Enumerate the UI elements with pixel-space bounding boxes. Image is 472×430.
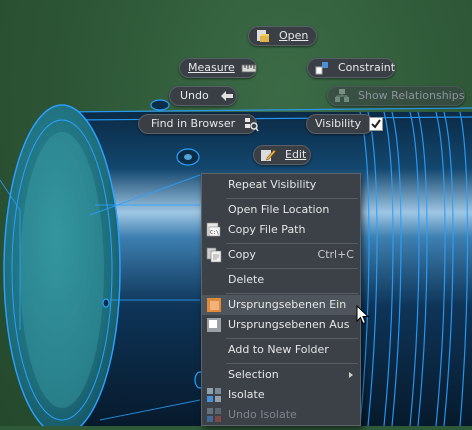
menu-item-repeat-visibility[interactable]: Repeat Visibility bbox=[202, 175, 360, 195]
context-menu: Repeat Visibility Open File Location C:\… bbox=[201, 173, 361, 426]
menu-item-label: Isolate bbox=[228, 388, 265, 401]
ruler-icon bbox=[241, 60, 257, 76]
checkbox-checked-icon bbox=[368, 116, 384, 132]
menu-item-label: Ursprungsebenen Aus bbox=[228, 318, 350, 331]
menu-item-delete[interactable]: Delete bbox=[202, 270, 360, 290]
undo-isolate-icon bbox=[206, 407, 222, 423]
menu-item-copy-file-path[interactable]: C:\ Copy File Path bbox=[202, 220, 360, 240]
menu-separator bbox=[226, 363, 358, 364]
find-in-browser-icon bbox=[243, 116, 259, 132]
menu-item-copy[interactable]: Copy Ctrl+C bbox=[202, 245, 360, 265]
menu-item-label: Selection bbox=[228, 368, 279, 381]
origin-planes-off-icon bbox=[206, 317, 222, 333]
find-in-browser-label: Find in Browser bbox=[151, 117, 236, 130]
menu-separator bbox=[226, 338, 358, 339]
menu-item-label: Copy bbox=[228, 248, 256, 261]
visibility-label: Visibility bbox=[315, 117, 362, 130]
menu-item-label: Add to New Folder bbox=[228, 343, 329, 356]
menu-item-selection[interactable]: Selection bbox=[202, 365, 360, 385]
menu-item-undo-isolate: Undo Isolate bbox=[202, 405, 360, 425]
menu-item-ursprungsebenen-aus[interactable]: Ursprungsebenen Aus bbox=[202, 315, 360, 335]
menu-item-ursprungsebenen-ein[interactable]: Ursprungsebenen Ein bbox=[202, 295, 360, 315]
constraint-icon bbox=[314, 60, 330, 76]
edit-pencil-icon bbox=[260, 147, 276, 163]
menu-item-add-to-new-folder[interactable]: Add to New Folder bbox=[202, 340, 360, 360]
menu-item-label: Copy File Path bbox=[228, 223, 306, 236]
constraint-label: Constraint bbox=[338, 61, 396, 74]
origin-planes-on-icon bbox=[206, 297, 222, 313]
relationships-icon bbox=[334, 88, 350, 104]
menu-item-shortcut: Ctrl+C bbox=[317, 248, 354, 261]
mouse-pointer-icon bbox=[356, 305, 370, 325]
menu-separator bbox=[226, 243, 358, 244]
menu-item-isolate[interactable]: Isolate bbox=[202, 385, 360, 405]
measure-button[interactable]: Measure bbox=[179, 58, 257, 78]
isolate-icon bbox=[206, 387, 222, 403]
show-relationships-label: Show Relationships bbox=[358, 89, 465, 102]
open-label: Open bbox=[279, 29, 309, 42]
edit-label: Edit bbox=[285, 148, 307, 161]
visibility-button[interactable]: Visibility bbox=[306, 114, 384, 134]
menu-item-label: Repeat Visibility bbox=[228, 178, 317, 191]
show-relationships-button: Show Relationships bbox=[327, 86, 465, 106]
menu-separator bbox=[226, 293, 358, 294]
open-button[interactable]: Open bbox=[248, 26, 317, 46]
undo-label: Undo bbox=[180, 89, 209, 102]
copy-icon bbox=[206, 247, 222, 263]
find-in-browser-button[interactable]: Find in Browser bbox=[138, 114, 259, 134]
measure-label: Measure bbox=[188, 61, 235, 74]
menu-item-label: Open File Location bbox=[228, 203, 330, 216]
undo-button[interactable]: Undo bbox=[169, 86, 237, 106]
undo-arrow-icon bbox=[219, 88, 235, 104]
menu-item-label: Delete bbox=[228, 273, 265, 286]
menu-separator bbox=[226, 198, 358, 199]
submenu-arrow-icon bbox=[349, 372, 353, 378]
menu-item-open-file-location[interactable]: Open File Location bbox=[202, 200, 360, 220]
svg-text:C:\: C:\ bbox=[210, 230, 219, 236]
copy-path-icon: C:\ bbox=[206, 222, 222, 238]
edit-button[interactable]: Edit bbox=[253, 145, 311, 165]
menu-item-label: Ursprungsebenen Ein bbox=[228, 298, 347, 311]
menu-item-label: Undo Isolate bbox=[228, 408, 297, 421]
folder-open-icon bbox=[255, 28, 271, 44]
constraint-button[interactable]: Constraint bbox=[307, 58, 395, 78]
menu-separator bbox=[226, 268, 358, 269]
